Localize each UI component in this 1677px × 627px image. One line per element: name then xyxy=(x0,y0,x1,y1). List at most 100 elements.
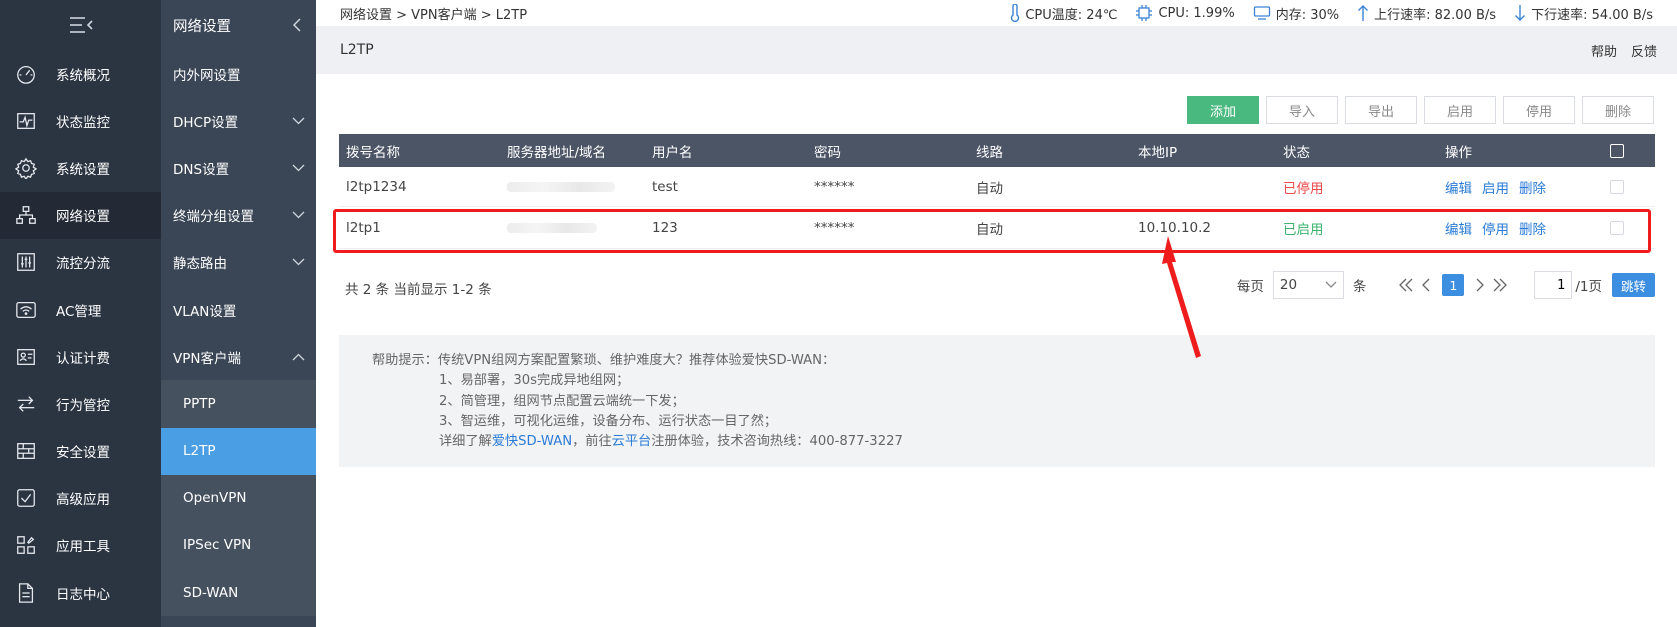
page-title: L2TP xyxy=(340,42,374,58)
username: test xyxy=(652,178,678,195)
column-header: 操作 xyxy=(1445,144,1472,161)
status-badge: 已停用 xyxy=(1283,180,1324,197)
column-header: 状态 xyxy=(1283,144,1310,161)
redacted-server-address xyxy=(507,181,615,192)
current-page[interactable]: 1 xyxy=(1442,274,1465,296)
tools-icon xyxy=(14,533,38,557)
delete-button[interactable]: 删除 xyxy=(1582,96,1654,124)
nav-item-label: AC管理 xyxy=(56,303,102,320)
line: 自动 xyxy=(976,180,1003,197)
subnav-item[interactable]: DNS设置 xyxy=(161,144,316,191)
column-header: 密码 xyxy=(814,144,841,161)
nav-item-monitor[interactable]: 状态监控 xyxy=(0,97,161,144)
nav-item-label: 应用工具 xyxy=(56,539,110,556)
vpn-subnav-item[interactable]: SD-WAN xyxy=(161,569,316,617)
next-page-button[interactable] xyxy=(1470,271,1490,299)
nav-item-transfer[interactable]: 行为管控 xyxy=(0,380,161,427)
subnav-item[interactable]: VPN客户端 xyxy=(161,333,316,380)
pagination: 每页 20 条 1 /1页 跳转 xyxy=(1237,271,1655,299)
subnav-item[interactable]: 终端分组设置 xyxy=(161,192,316,239)
nav-item-wifi[interactable]: AC管理 xyxy=(0,286,161,333)
help-line: 2、简管理，组网节点配置云端统一下发； xyxy=(439,393,685,409)
vpn-subnav-item[interactable]: L2TP xyxy=(161,427,316,475)
chevron-down-icon xyxy=(290,113,306,129)
jump-button[interactable]: 跳转 xyxy=(1612,273,1655,297)
nav-item-check-box[interactable]: 高级应用 xyxy=(0,475,161,522)
vpn-subnav-item[interactable]: OpenVPN xyxy=(161,474,316,522)
column-header: 拨号名称 xyxy=(346,144,400,161)
help-link[interactable]: 帮助 xyxy=(1591,41,1617,60)
menu-toggle-button[interactable] xyxy=(0,0,161,50)
prev-page-button[interactable] xyxy=(1416,271,1436,299)
vpn-subnav-item[interactable]: IPSec VPN xyxy=(161,521,316,570)
chevron-down-icon xyxy=(1325,281,1337,288)
help-line: 帮助提示：传统VPN组网方案配置繁琐、维护难度大？推荐体验爱快SD-WAN： xyxy=(372,353,836,368)
network-icon xyxy=(14,203,38,227)
memory-stat: 内存: 30% xyxy=(1253,4,1339,23)
subnav-item-label: L2TP xyxy=(183,443,216,460)
row-checkbox[interactable] xyxy=(1610,179,1624,194)
thermometer-icon xyxy=(1011,4,1020,22)
edit-link[interactable]: 编辑 xyxy=(1445,181,1472,197)
help-line: 详细了解爱快SD-WAN，前往云平台注册体验，技术咨询热线：400-877-32… xyxy=(439,434,903,450)
nav-item-user-card[interactable]: 认证计费 xyxy=(0,333,161,380)
nav-item-label: 状态监控 xyxy=(56,114,110,131)
vpn-subnav-item[interactable]: PPTP xyxy=(161,380,316,428)
last-page-button[interactable] xyxy=(1490,271,1510,299)
delete-link[interactable]: 删除 xyxy=(1519,181,1546,197)
upload-stat: 上行速率: 82.00 B/s xyxy=(1357,4,1496,23)
nav-item-label: 系统概况 xyxy=(56,67,110,84)
disable-button[interactable]: 停用 xyxy=(1503,96,1575,124)
gear-icon xyxy=(14,156,38,180)
dial-name: l2tp1234 xyxy=(346,178,407,195)
nav-item-label: 流控分流 xyxy=(56,256,110,273)
select-all-checkbox[interactable] xyxy=(1610,143,1624,158)
export-button[interactable]: 导出 xyxy=(1345,96,1417,124)
subnav-item[interactable]: 内外网设置 xyxy=(161,50,316,97)
row-highlight-annotation xyxy=(333,209,1651,253)
subnav-item[interactable]: VLAN设置 xyxy=(161,286,316,333)
toolbar: 添加 导入 导出 启用 停用 删除 xyxy=(1187,96,1654,124)
secondary-nav-header[interactable]: 网络设置 xyxy=(161,0,316,50)
feedback-link[interactable]: 反馈 xyxy=(1631,41,1657,60)
double-chevron-left-icon xyxy=(1399,278,1413,292)
download-stat: 下行速率: 54.00 B/s xyxy=(1514,4,1653,23)
nav-item-tools[interactable]: 应用工具 xyxy=(0,522,161,569)
cloud-platform-link[interactable]: 云平台 xyxy=(612,434,652,449)
secondary-nav-title: 网络设置 xyxy=(173,18,231,35)
dashboard-icon xyxy=(14,62,38,86)
document-icon xyxy=(14,581,38,605)
per-page-select[interactable]: 20 xyxy=(1272,271,1344,299)
nav-item-dashboard[interactable]: 系统概况 xyxy=(0,50,161,97)
nav-item-sliders[interactable]: 流控分流 xyxy=(0,239,161,286)
enable-button[interactable]: 启用 xyxy=(1424,96,1496,124)
chevron-right-icon xyxy=(1476,278,1485,292)
add-button[interactable]: 添加 xyxy=(1187,96,1259,124)
nav-item-gear[interactable]: 系统设置 xyxy=(0,144,161,191)
help-line: 3、智运维，可视化运维，设备分布、运行状态一目了然； xyxy=(439,413,778,429)
nav-item-firewall[interactable]: 安全设置 xyxy=(0,428,161,475)
column-header: 线路 xyxy=(976,144,1003,161)
nav-item-network[interactable]: 网络设置 xyxy=(0,191,161,239)
pagination-summary: 共 2 条 当前显示 1-2 条 xyxy=(345,282,492,298)
cpu-chip-icon xyxy=(1136,5,1153,21)
chevron-down-icon xyxy=(290,160,306,176)
subnav-item-label: DHCP设置 xyxy=(173,114,239,131)
subnav-item[interactable]: DHCP设置 xyxy=(161,97,316,144)
check-box-icon xyxy=(14,486,38,510)
subnav-item[interactable]: 静态路由 xyxy=(161,239,316,286)
arrow-up-icon xyxy=(1358,5,1369,21)
enable-link[interactable]: 启用 xyxy=(1482,181,1509,197)
subnav-item-label: PPTP xyxy=(183,395,216,412)
subnav-item-label: 终端分组设置 xyxy=(173,209,254,226)
jump-page-input[interactable] xyxy=(1534,271,1573,299)
subnav-item-label: 内外网设置 xyxy=(173,67,241,84)
user-card-icon xyxy=(14,345,38,369)
page-header: L2TP 帮助 反馈 xyxy=(316,26,1677,74)
nav-item-document[interactable]: 日志中心 xyxy=(0,569,161,616)
cpu-stat: CPU: 1.99% xyxy=(1135,4,1235,22)
first-page-button[interactable] xyxy=(1396,271,1416,299)
sdwan-link[interactable]: 爱快SD-WAN xyxy=(492,434,572,449)
import-button[interactable]: 导入 xyxy=(1266,96,1338,124)
column-header: 用户名 xyxy=(652,144,693,161)
